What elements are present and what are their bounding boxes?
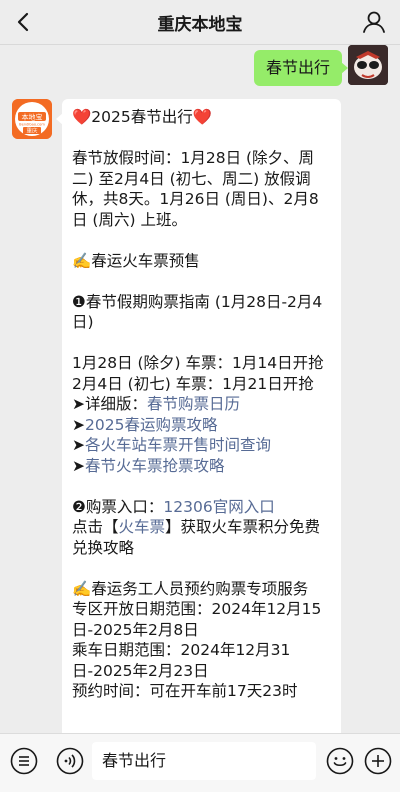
message-blank-line [72,128,331,149]
plus-icon[interactable] [364,747,392,775]
message-link[interactable]: 春节购票日历 [147,395,240,413]
message-line: 2月4日 (初七) 车票：1月21日开抢 [72,374,331,395]
message-text: 春节放假时间：1月28日 (除夕、周二) 至2月4日 (初七、周二) 放假调休，… [72,149,319,229]
my-avatar[interactable] [348,45,388,85]
message-text: ✍️春运火车票预售 [72,251,200,270]
message-line: ➤2025春运购票攻略 [72,415,331,436]
message-line: 点击【火车票】获取火车票积分免费兑换攻略 [72,517,331,558]
voice-icon[interactable] [56,747,84,775]
message-line: ✍️春运务工人员预约购票专项服务 [72,579,331,600]
message-text: 乘车日期范围：2024年12月31日-2025年2月23日 [72,641,291,680]
message-text: ❤️2025春节出行❤️ [72,108,213,126]
message-line: 预约时间：可在开车前17天23时 [72,681,331,702]
avatar-top-text: 本地宝 [22,113,43,122]
message-link[interactable]: 春节火车票抢票攻略 [85,457,225,475]
message-blank-line [72,333,331,354]
message-line: ➤详细版：春节购票日历 [72,394,331,415]
message-line: ➤春节火车票抢票攻略 [72,456,331,477]
message-link[interactable]: 2025春运购票攻略 [85,416,217,434]
message-text: 预约时间：可在开车前17天23时 [72,682,298,700]
message-blank-line [72,271,331,292]
menu-list-icon[interactable] [10,747,38,775]
message-line: 乘车日期范围：2024年12月31日-2025年2月23日 [72,640,331,681]
chat-title: 重庆本地宝 [157,15,243,35]
bot-avatar[interactable]: 本地宝 Bendibao.com 重庆 [12,99,52,139]
message-blank-line [72,558,331,579]
message-line: ❶春节假期购票指南 (1月28日-2月4日) [72,292,331,333]
avatar-city-text: 重庆 [26,127,38,135]
emoji-icon[interactable] [326,747,354,775]
incoming-message[interactable]: ❤️2025春节出行❤️ 春节放假时间：1月28日 (除夕、周二) 至2月4日 (… [56,99,341,733]
top-bar: 重庆本地宝 [0,0,400,45]
message-line: 春节放假时间：1月28日 (除夕、周二) 至2月4日 (初七、周二) 放假调休，… [72,148,331,230]
message-line: ➤各火车站车票开售时间查询 [72,435,331,456]
person-icon[interactable] [358,6,390,38]
message-text: ✍️春运务工人员预约购票专项服务 [72,579,309,598]
message-text: ➤ [72,436,85,454]
outgoing-message[interactable]: 春节出行 [253,50,349,86]
message-text: ❷购票入口： [72,497,164,516]
message-blank-line [72,476,331,497]
avatar-image-icon [348,45,388,85]
chat-area[interactable]: 春节出行 本地宝 Bendibao.com 重庆 ❤️2025春节出行❤️ 春节放… [0,45,400,733]
message-line: ❤️2025春节出行❤️ [72,107,331,128]
message-text: ➤ [72,456,85,475]
message-line: ✍️春运火车票预售 [72,251,331,272]
message-link[interactable]: 12306官网入口 [163,498,274,516]
message-blank-line [72,230,331,251]
message-line: ❷购票入口：12306官网入口 [72,497,331,518]
message-link[interactable]: 火车票 [119,518,166,536]
avatar-url-text: Bendibao.com [19,123,45,127]
message-line: 专区开放日期范围：2024年12月15日-2025年2月8日 [72,599,331,640]
message-text: ➤ [72,415,85,434]
message-line: 1月28日 (除夕) 车票：1月14日开抢 [72,353,331,374]
message-input[interactable]: 春节出行 [92,742,316,780]
message-text: ❶春节假期购票指南 (1月28日-2月4日) [72,292,323,332]
message-text: 专区开放日期范围：2024年12月15日-2025年2月8日 [72,600,322,639]
message-text: 2月4日 (初七) 车票：1月21日开抢 [72,374,314,393]
message-text: 点击【 [72,518,119,536]
input-bar: 春节出行 [0,733,400,792]
message-text: 1月28日 (除夕) 车票：1月14日开抢 [72,354,324,372]
message-link[interactable]: 各火车站车票开售时间查询 [85,436,271,454]
message-text: ➤详细版： [72,395,147,413]
